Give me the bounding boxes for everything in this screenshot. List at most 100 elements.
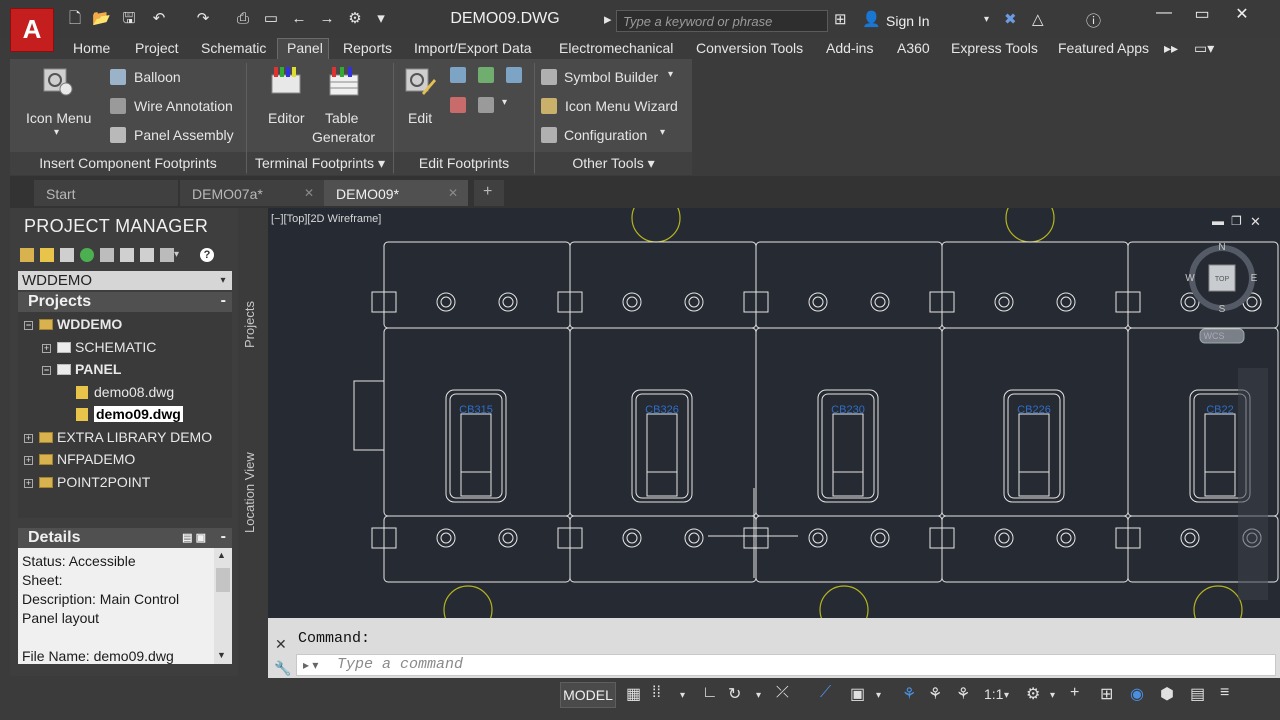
- redo-icon[interactable]: ↷: [194, 11, 212, 27]
- terminal-block-bottom[interactable]: [755, 515, 943, 583]
- breaker-body[interactable]: [941, 327, 1129, 517]
- tab-add-ins[interactable]: Add-ins: [826, 40, 873, 56]
- properties-icon[interactable]: [140, 248, 154, 262]
- application-menu-button[interactable]: A: [10, 8, 54, 52]
- close-command-icon[interactable]: ✕: [275, 636, 287, 653]
- screw-terminal[interactable]: [994, 292, 1014, 312]
- icon-menu-dropdown-icon[interactable]: ▾: [54, 127, 59, 138]
- collapse-icon[interactable]: −: [42, 366, 51, 375]
- publish-icon[interactable]: [160, 248, 174, 262]
- collapse-icon[interactable]: -: [221, 527, 226, 547]
- annotation-monitor-icon[interactable]: +: [1070, 684, 1079, 702]
- tree-node-point2point[interactable]: + POINT2POINT: [24, 474, 150, 490]
- polar-dropdown-icon[interactable]: ▾: [756, 690, 761, 701]
- viewport-minimize-icon[interactable]: ▬: [1212, 214, 1224, 228]
- terminal-block-top[interactable]: [383, 241, 571, 329]
- clean-screen-icon[interactable]: ▤: [1190, 684, 1205, 704]
- breaker-tag-label[interactable]: CB226: [1017, 404, 1051, 416]
- ortho-icon[interactable]: ∟: [702, 684, 718, 702]
- transparency-icon[interactable]: ▣: [850, 684, 865, 704]
- screw-terminal[interactable]: [870, 528, 890, 548]
- isolate-objects-icon[interactable]: ◉: [1130, 684, 1144, 704]
- lineweight-icon[interactable]: ⟋: [820, 684, 831, 702]
- table-generator-label-2[interactable]: Generator: [312, 129, 375, 145]
- tab-reports[interactable]: Reports: [343, 40, 392, 56]
- terminal-block-top[interactable]: [941, 241, 1129, 329]
- insert-component-footprints-group[interactable]: Insert Component Footprints: [10, 152, 246, 175]
- breaker-handle[interactable]: [646, 413, 678, 497]
- expand-icon[interactable]: +: [24, 479, 33, 488]
- screw-terminal-inner[interactable]: [440, 296, 452, 308]
- a360-icon[interactable]: △: [1032, 10, 1044, 28]
- project-selector[interactable]: WDDEMO ▾: [18, 271, 232, 290]
- units-icon[interactable]: ⊞: [1100, 684, 1113, 704]
- auto-scale-icon[interactable]: ⚘: [928, 684, 942, 704]
- new-project-icon[interactable]: [40, 248, 54, 262]
- polar-icon[interactable]: ↻: [728, 684, 741, 704]
- open-icon[interactable]: 📂: [92, 11, 111, 27]
- annotation-visibility-icon[interactable]: ⚘: [902, 684, 916, 704]
- screw-terminal[interactable]: [808, 528, 828, 548]
- terminal-block-bottom[interactable]: [383, 515, 571, 583]
- close-tab-icon[interactable]: ✕: [304, 186, 314, 200]
- footprint-tool-3-icon[interactable]: [506, 67, 522, 83]
- expand-icon[interactable]: +: [42, 344, 51, 353]
- terminal-block-top[interactable]: [755, 241, 943, 329]
- annotation-scale-icon[interactable]: ⚘: [956, 684, 970, 704]
- breaker-body[interactable]: [383, 327, 571, 517]
- footprint-tool-2-icon[interactable]: [478, 67, 494, 83]
- screw-terminal[interactable]: [994, 528, 1014, 548]
- new-drawing-icon[interactable]: [60, 248, 74, 262]
- doc-tab-start[interactable]: Start: [34, 180, 178, 206]
- tab-conversion-tools[interactable]: Conversion Tools: [696, 40, 803, 56]
- screw-terminal[interactable]: [498, 528, 518, 548]
- screw-terminal-inner[interactable]: [502, 296, 514, 308]
- command-prompt-icon[interactable]: ▸ ▾: [303, 658, 318, 672]
- plot-icon[interactable]: ⎙: [234, 11, 252, 27]
- screw-terminal[interactable]: [498, 292, 518, 312]
- screw-terminal[interactable]: [622, 292, 642, 312]
- tab-featured-apps[interactable]: Featured Apps: [1058, 40, 1149, 56]
- terminal-block-bottom[interactable]: [569, 515, 757, 583]
- terminal-editor-button[interactable]: Editor: [268, 110, 305, 126]
- screw-terminal[interactable]: [808, 292, 828, 312]
- hardware-acceleration-icon[interactable]: ⬢: [1160, 684, 1174, 704]
- customize-icon[interactable]: 🔧: [274, 660, 291, 677]
- ribbon-toggle-icon[interactable]: ▭▾: [1194, 40, 1214, 57]
- projects-header[interactable]: Projects -: [18, 292, 232, 312]
- chevron-down-icon[interactable]: ▾: [216, 271, 230, 290]
- breaker-handle[interactable]: [460, 413, 492, 497]
- help-icon[interactable]: ⓘ: [1086, 10, 1101, 31]
- more-tabs-icon[interactable]: ▸▸: [1164, 40, 1178, 57]
- refresh-icon[interactable]: [80, 248, 94, 262]
- screw-terminal[interactable]: [684, 528, 704, 548]
- screw-terminal[interactable]: [870, 292, 890, 312]
- expand-icon[interactable]: +: [24, 434, 33, 443]
- wire-annotation-button[interactable]: Wire Annotation: [134, 98, 233, 114]
- configuration-button[interactable]: Configuration: [564, 127, 647, 143]
- binoculars-icon[interactable]: ⊞: [834, 10, 847, 28]
- footprint-tool-5-icon[interactable]: [478, 97, 494, 113]
- tree-node-demo08[interactable]: demo08.dwg: [76, 384, 174, 400]
- qat-dropdown-icon[interactable]: ▾: [372, 11, 390, 27]
- breaker-handle[interactable]: [1018, 413, 1050, 497]
- viewport-restore-icon[interactable]: ❐: [1231, 214, 1242, 228]
- terminal-block-top[interactable]: [569, 241, 757, 329]
- screw-terminal-inner[interactable]: [998, 296, 1010, 308]
- terminal-block-bottom[interactable]: [941, 515, 1129, 583]
- screw-terminal-inner[interactable]: [874, 296, 886, 308]
- tab-express-tools[interactable]: Express Tools: [951, 40, 1038, 56]
- tab-import-export[interactable]: Import/Export Data: [414, 40, 532, 56]
- scroll-down-icon[interactable]: ▼: [217, 650, 226, 660]
- icon-menu-wizard-button[interactable]: Icon Menu Wizard: [565, 98, 678, 114]
- footprint-tool-1-icon[interactable]: [450, 67, 466, 83]
- breaker-handle[interactable]: [832, 413, 864, 497]
- exchange-icon[interactable]: ✖: [1004, 10, 1017, 28]
- screw-terminal-inner[interactable]: [1184, 532, 1196, 544]
- project-icon[interactable]: ▭: [262, 11, 280, 27]
- publish-dropdown-icon[interactable]: ▾: [174, 248, 188, 262]
- reference-circle[interactable]: [443, 585, 493, 618]
- edit-footprint-button[interactable]: Edit: [408, 110, 432, 126]
- back-icon[interactable]: ←: [290, 11, 308, 27]
- open-project-icon[interactable]: [20, 248, 34, 262]
